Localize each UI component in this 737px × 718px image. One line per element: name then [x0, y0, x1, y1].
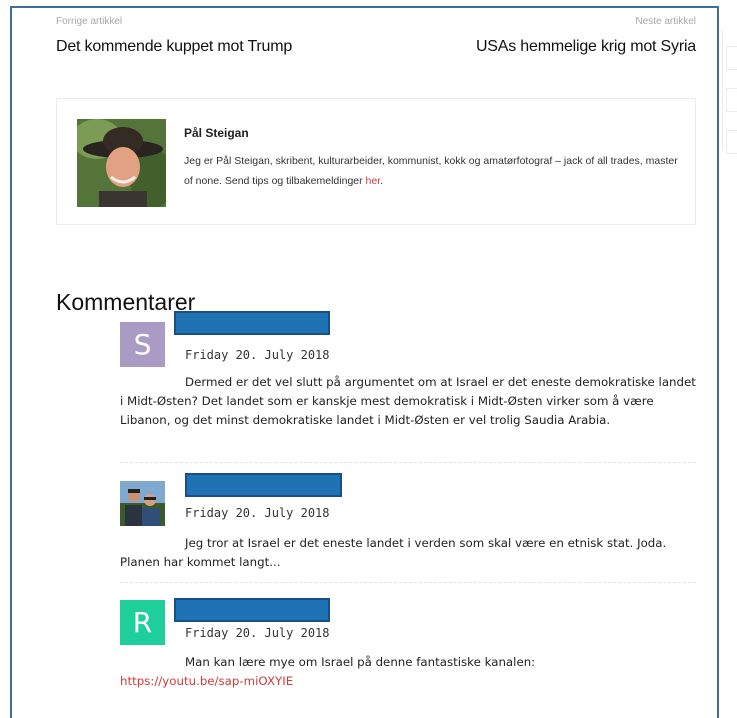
post-navigation: Forrige artikkel Det kommende kuppet mot…: [56, 16, 696, 66]
comment-body: Dermed er det vel slutt på argumentet om…: [120, 373, 696, 430]
redacted-author-name: [174, 311, 330, 335]
comment: Friday 20. July 2018 Jeg tror at Israel …: [120, 473, 696, 581]
author-bio: Jeg er Pål Steigan, skribent, kulturarbe…: [184, 151, 679, 191]
comment-divider: [120, 462, 696, 463]
comment-text: Jeg tror at Israel er det eneste landet …: [120, 536, 667, 569]
next-article-label: Neste artikkel: [635, 16, 696, 27]
author-photo: [77, 119, 166, 207]
previous-article[interactable]: Forrige artikkel Det kommende kuppet mot…: [56, 16, 292, 56]
avatar-photo-illustration: [120, 481, 165, 526]
avatar: R: [120, 600, 165, 645]
redacted-author-name: [174, 598, 330, 622]
avatar: S: [120, 322, 165, 367]
author-name: Pål Steigan: [184, 126, 249, 140]
avatar: [120, 481, 165, 526]
author-box: Pål Steigan Jeg er Pål Steigan, skribent…: [56, 98, 696, 225]
comment: R Friday 20. July 2018 Man kan lære mye …: [120, 598, 696, 700]
previous-article-title[interactable]: Det kommende kuppet mot Trump: [56, 38, 292, 56]
author-photo-illustration: [77, 119, 166, 207]
sidebar-ghost-box: [726, 46, 737, 70]
comment-body: Jeg tror at Israel er det eneste landet …: [120, 534, 696, 572]
next-article-title[interactable]: USAs hemmelige krig mot Syria: [476, 38, 696, 56]
comment-date: Friday 20. July 2018: [185, 506, 330, 520]
comment: S Friday 20. July 2018 Dermed er det vel…: [120, 311, 696, 462]
comment-link[interactable]: https://youtu.be/sap-miOXYIE: [120, 674, 293, 688]
comment-date: Friday 20. July 2018: [185, 626, 330, 640]
sidebar-ghost-box: [726, 88, 737, 112]
comment-text: Man kan lære mye om Israel på denne fant…: [185, 655, 536, 669]
comment-divider: [120, 582, 696, 583]
comment-date: Friday 20. July 2018: [185, 348, 330, 362]
next-article[interactable]: Neste artikkel USAs hemmelige krig mot S…: [476, 16, 696, 56]
sidebar-ghost-box: [726, 130, 737, 154]
author-bio-text: Jeg er Pål Steigan, skribent, kulturarbe…: [184, 155, 678, 187]
previous-article-label: Forrige artikkel: [56, 16, 123, 27]
redacted-author-name: [185, 473, 342, 497]
comment-text: Dermed er det vel slutt på argumentet om…: [120, 375, 696, 427]
author-bio-end: .: [380, 175, 384, 187]
comment-body: Man kan lære mye om Israel på denne fant…: [120, 653, 696, 691]
author-contact-link[interactable]: her: [366, 175, 381, 187]
